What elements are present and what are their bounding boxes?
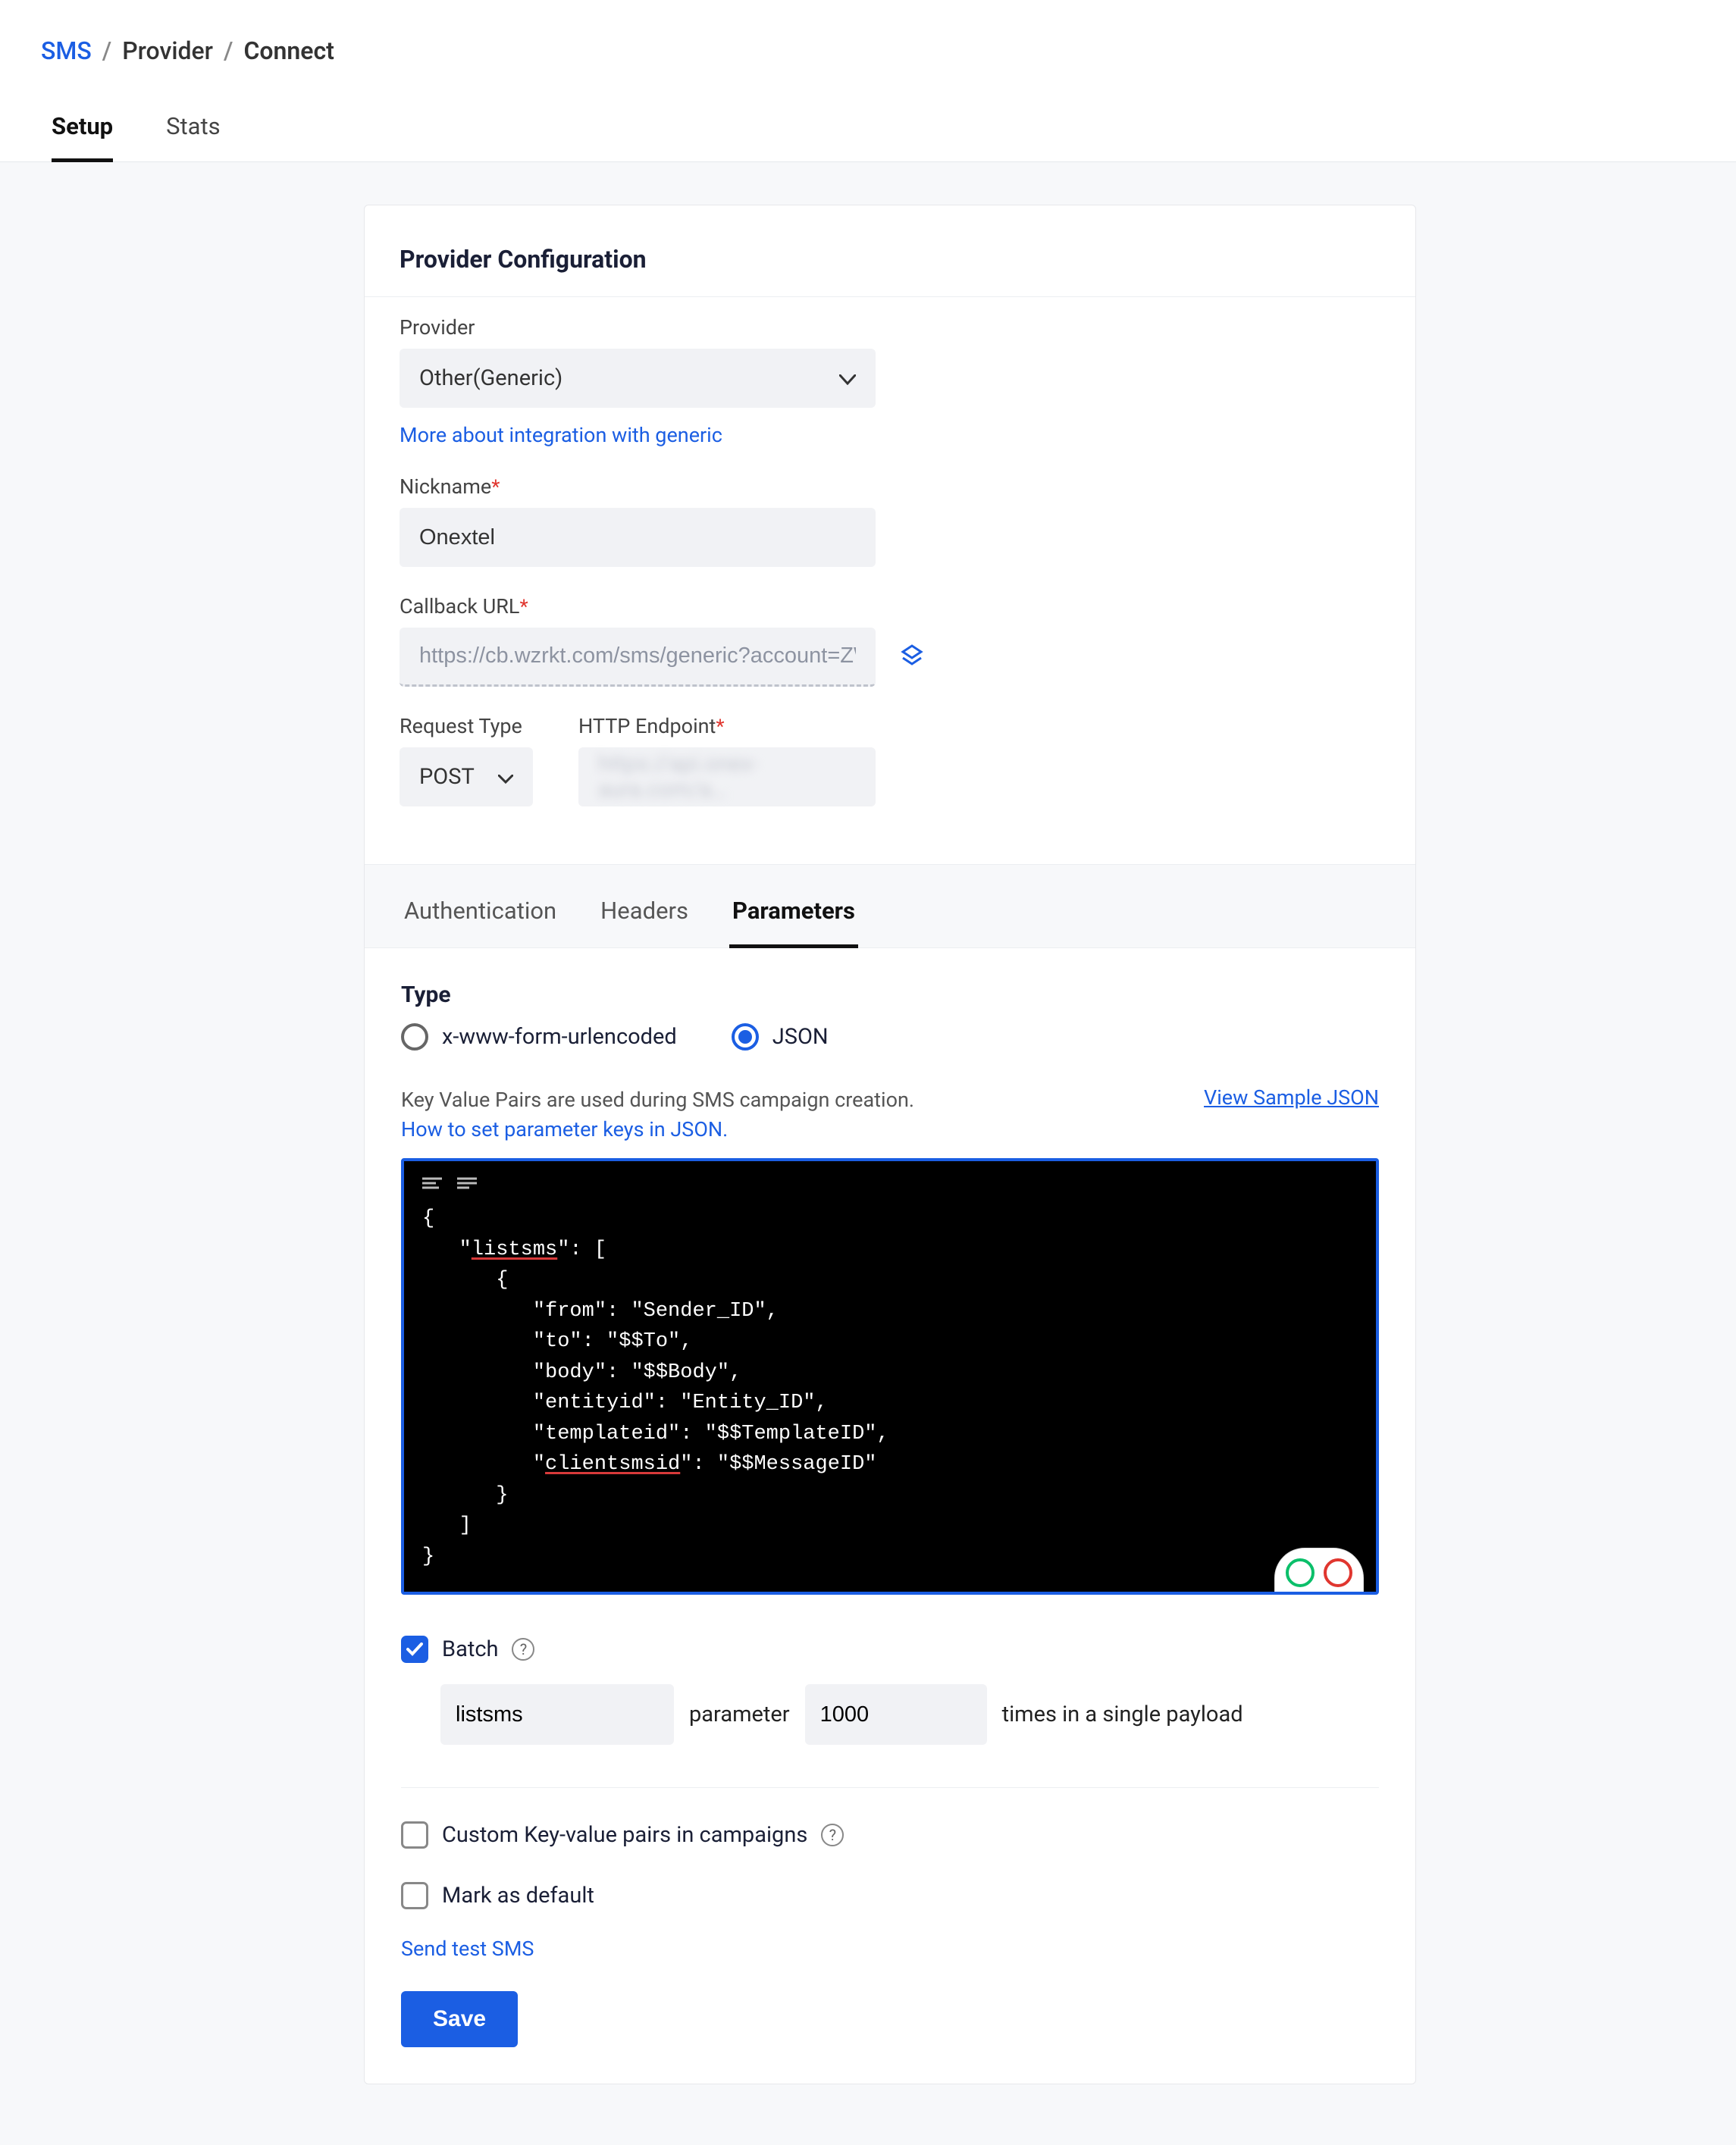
type-label: Type [401, 982, 1379, 1008]
provider-selected-value: Other(Generic) [419, 365, 562, 391]
radio-label: JSON [772, 1024, 829, 1050]
http-endpoint-label: HTTP Endpoint [578, 714, 876, 738]
callback-url-input[interactable] [400, 628, 876, 687]
http-endpoint-value: https://api.onex-aura.com/a… [598, 751, 856, 803]
breadcrumb-provider[interactable]: Provider [122, 36, 213, 65]
mark-default-checkbox[interactable] [401, 1882, 428, 1909]
chevron-down-icon [839, 365, 856, 391]
radio-icon [401, 1023, 428, 1051]
nickname-input[interactable] [400, 508, 876, 567]
provider-help-link[interactable]: More about integration with generic [400, 423, 722, 447]
editor-compact-icon[interactable] [457, 1176, 478, 1188]
editor-format-icon[interactable] [422, 1176, 443, 1188]
request-type-label: Request Type [400, 714, 533, 738]
radio-json[interactable]: JSON [732, 1023, 829, 1051]
batch-checkbox[interactable] [401, 1636, 428, 1663]
chevron-down-icon [498, 764, 513, 790]
help-text: Key Value Pairs are used during SMS camp… [401, 1085, 947, 1145]
save-button[interactable]: Save [401, 1991, 518, 2047]
editor-status-pill [1274, 1548, 1364, 1595]
divider [401, 1787, 1379, 1788]
tab-setup[interactable]: Setup [52, 103, 113, 162]
breadcrumb: SMS / Provider / Connect [0, 0, 1736, 65]
custom-kv-label: Custom Key-value pairs in campaigns [442, 1822, 807, 1848]
help-icon[interactable]: ? [512, 1638, 534, 1661]
ok-indicator-icon [1286, 1558, 1315, 1587]
provider-config-card: Provider Configuration Provider Other(Ge… [364, 205, 1416, 2084]
radio-icon [732, 1023, 759, 1051]
tab-stats[interactable]: Stats [166, 103, 221, 161]
radio-label: x-www-form-urlencoded [442, 1024, 677, 1050]
mark-default-label: Mark as default [442, 1883, 594, 1909]
breadcrumb-sms[interactable]: SMS [41, 36, 92, 65]
provider-label: Provider [400, 315, 1380, 340]
tab-parameters[interactable]: Parameters [729, 888, 858, 948]
http-endpoint-input[interactable]: https://api.onex-aura.com/a… [578, 747, 876, 806]
custom-kv-checkbox[interactable] [401, 1821, 428, 1849]
provider-select[interactable]: Other(Generic) [400, 349, 876, 408]
top-tabs: Setup Stats [0, 65, 1736, 162]
breadcrumb-sep: / [224, 36, 233, 65]
tab-authentication[interactable]: Authentication [401, 888, 559, 947]
callback-url-label: Callback URL [400, 594, 1380, 618]
help-link[interactable]: How to set parameter keys in JSON. [401, 1117, 728, 1141]
section-title: Provider Configuration [365, 205, 1415, 297]
copy-icon[interactable] [900, 644, 924, 671]
batch-count-input[interactable] [805, 1684, 987, 1745]
batch-suffix: times in a single payload [1002, 1702, 1243, 1727]
sub-tabs: Authentication Headers Parameters [365, 864, 1415, 948]
view-sample-json-link[interactable]: View Sample JSON [1204, 1085, 1379, 1110]
error-indicator-icon [1324, 1558, 1352, 1587]
json-editor[interactable]: { "listsms": [ { "from": "Sender_ID", "t… [401, 1158, 1379, 1595]
nickname-label: Nickname [400, 474, 1380, 499]
batch-label: Batch [442, 1636, 498, 1662]
help-icon[interactable]: ? [821, 1824, 844, 1846]
radio-form-urlencoded[interactable]: x-www-form-urlencoded [401, 1023, 677, 1051]
batch-param-input[interactable] [440, 1684, 674, 1745]
batch-word-parameter: parameter [689, 1702, 790, 1727]
tab-headers[interactable]: Headers [597, 888, 691, 947]
send-test-sms-link[interactable]: Send test SMS [401, 1937, 534, 1961]
json-content[interactable]: { "listsms": [ { "from": "Sender_ID", "t… [422, 1204, 1358, 1572]
request-type-select[interactable]: POST [400, 747, 533, 806]
breadcrumb-sep: / [102, 36, 111, 65]
breadcrumb-connect: Connect [243, 36, 334, 65]
request-type-value: POST [419, 764, 475, 790]
